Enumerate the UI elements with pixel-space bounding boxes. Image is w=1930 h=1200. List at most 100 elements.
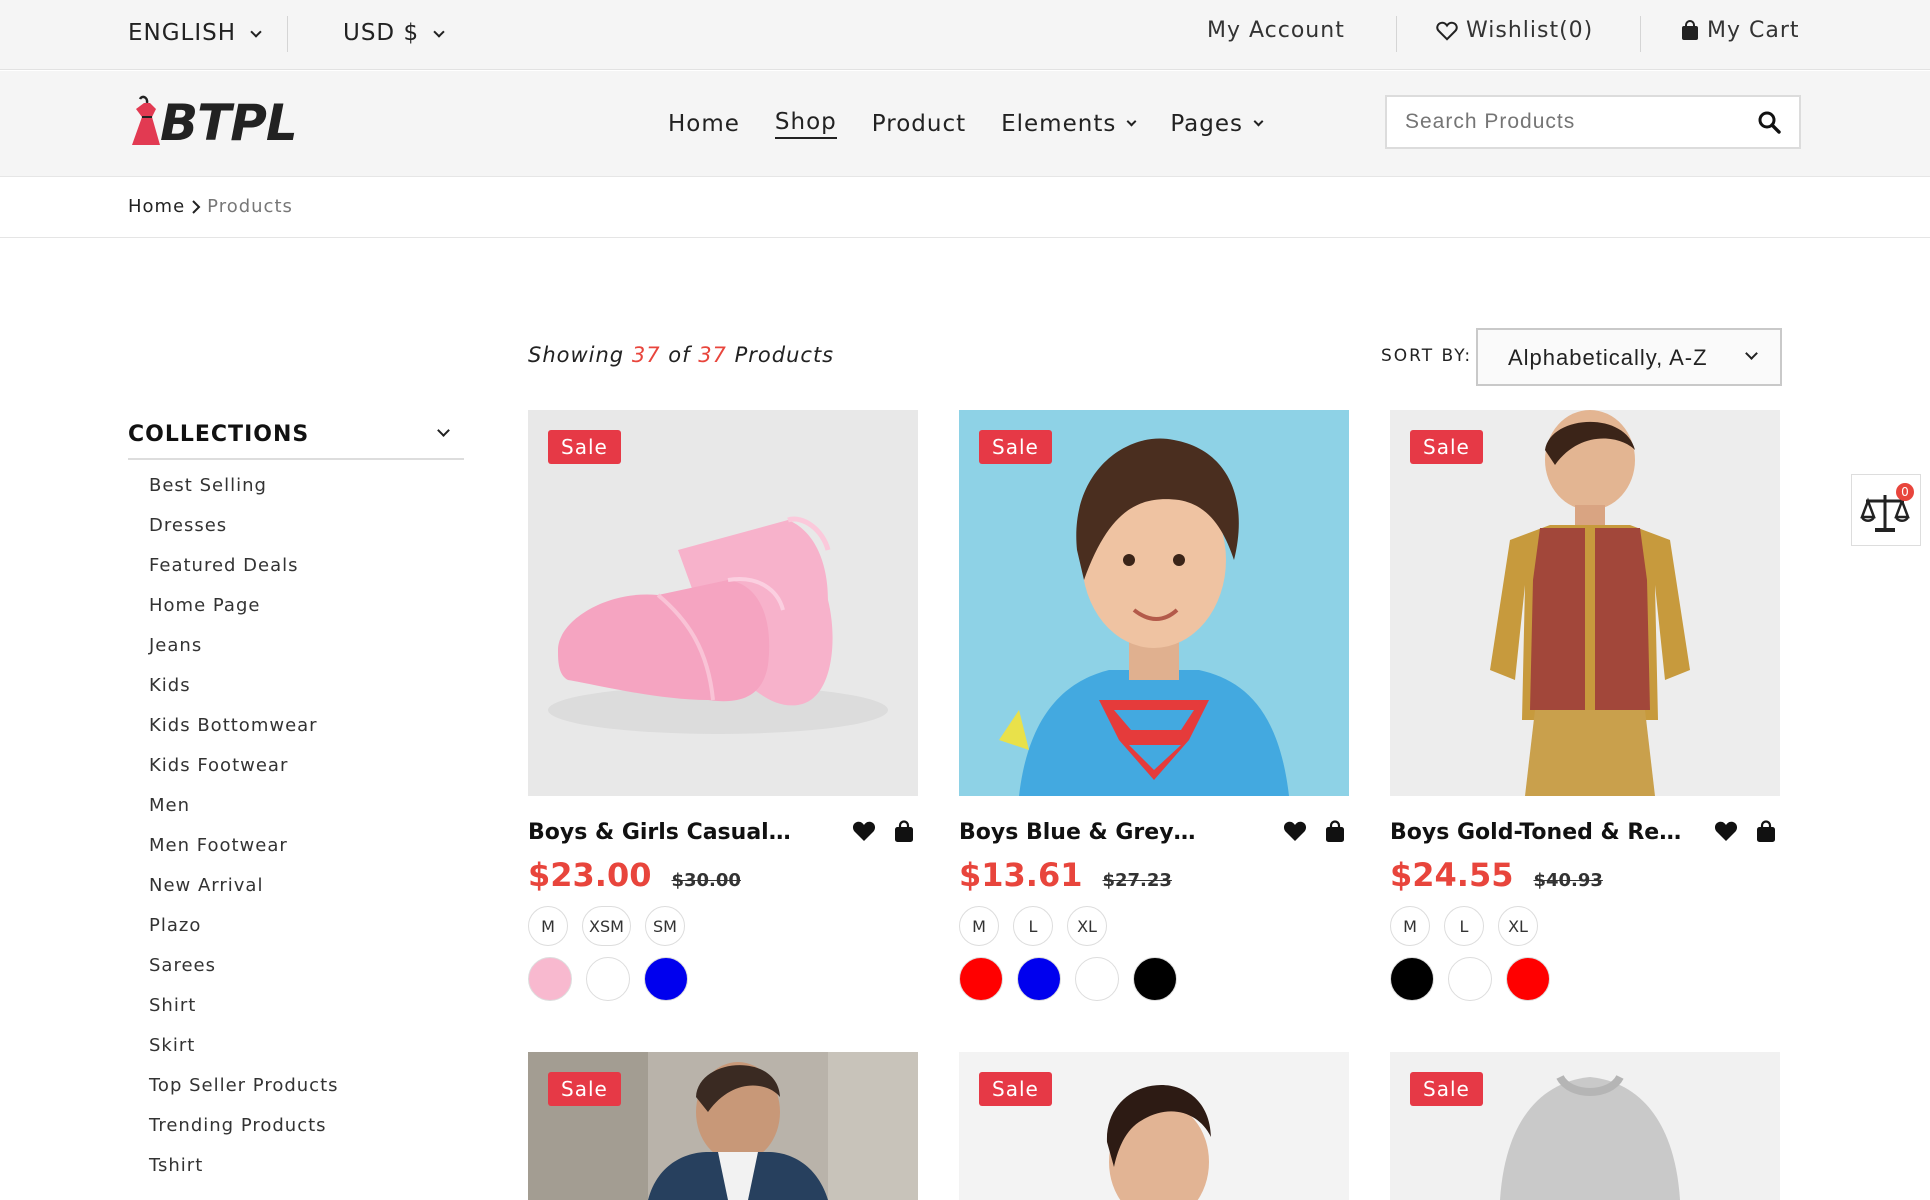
breadcrumb-home[interactable]: Home [128, 196, 185, 217]
nav-shop-label: Shop [774, 109, 837, 135]
wishlist-label: Wishlist(0) [1466, 18, 1594, 43]
collection-item[interactable]: Plazo [149, 914, 339, 954]
add-to-cart-bag-icon[interactable] [894, 820, 914, 843]
product-title[interactable]: Boys Blue & Grey… [959, 820, 1249, 845]
logo[interactable]: BTPL [130, 93, 298, 153]
size-option[interactable]: M [959, 906, 999, 946]
color-swatch-white[interactable] [586, 957, 630, 1001]
color-swatch-black[interactable] [1390, 957, 1434, 1001]
size-option[interactable]: SM [644, 906, 685, 946]
nav-shop[interactable]: Shop [774, 109, 837, 139]
color-swatch-red[interactable] [959, 957, 1003, 1001]
collection-item[interactable]: Best Selling [149, 474, 339, 514]
size-option[interactable]: XL [1498, 906, 1538, 946]
product-card[interactable]: Sale [528, 1052, 918, 1200]
collection-item[interactable]: Men Footwear [149, 834, 339, 874]
color-swatch-white[interactable] [1448, 957, 1492, 1001]
color-swatch-red[interactable] [1506, 957, 1550, 1001]
nav-elements[interactable]: Elements [1001, 109, 1137, 139]
language-selector[interactable]: ENGLISH [128, 20, 262, 46]
color-swatch-white[interactable] [1075, 957, 1119, 1001]
my-cart-label: My Cart [1707, 18, 1800, 43]
my-cart-link[interactable]: My Cart [1681, 18, 1800, 43]
size-option[interactable]: XL [1067, 906, 1107, 946]
baby-shoes-image [528, 410, 918, 796]
collection-item[interactable]: Dresses [149, 514, 339, 554]
shopping-bag-icon [1682, 20, 1698, 40]
product-card[interactable]: Sale [959, 1052, 1349, 1200]
collection-item[interactable]: Trending Products [149, 1114, 339, 1154]
color-options [959, 957, 1177, 1001]
collection-item[interactable]: Shirt [149, 994, 339, 1034]
product-image[interactable]: Sale [1390, 410, 1780, 796]
compare-button[interactable]: 0 [1851, 474, 1921, 546]
nav-elements-label: Elements [1001, 111, 1117, 137]
wishlist-link[interactable]: Wishlist(0) [1436, 18, 1593, 43]
collection-item[interactable]: Sarees [149, 954, 339, 994]
size-option[interactable]: L [1013, 906, 1053, 946]
product-image[interactable]: Sale [1390, 1052, 1780, 1200]
nav-product[interactable]: Product [872, 109, 966, 139]
wishlist-heart-icon[interactable] [852, 820, 876, 842]
main-nav: Home Shop Product Elements Pages [668, 109, 1264, 139]
collection-item[interactable]: Kids Bottomwear [149, 714, 339, 754]
color-swatch-blue[interactable] [644, 957, 688, 1001]
product-image[interactable]: Sale [528, 410, 918, 796]
nav-home[interactable]: Home [668, 109, 740, 139]
wishlist-heart-icon[interactable] [1714, 820, 1738, 842]
size-option[interactable]: M [1390, 906, 1430, 946]
divider [1640, 16, 1641, 52]
sale-badge: Sale [979, 430, 1052, 464]
collection-item[interactable]: Jeans [149, 634, 339, 674]
collections-header[interactable]: COLLECTIONS [128, 422, 464, 460]
product-actions [1283, 820, 1345, 843]
chevron-down-icon [433, 26, 445, 38]
compare-price: $40.93 [1533, 870, 1603, 891]
divider [287, 16, 288, 52]
color-swatch-pink[interactable] [528, 957, 572, 1001]
collection-item[interactable]: New Arrival [149, 874, 339, 914]
collection-item[interactable]: Skirt [149, 1034, 339, 1074]
product-card[interactable]: Sale [1390, 1052, 1780, 1200]
add-to-cart-bag-icon[interactable] [1325, 820, 1345, 843]
search-box [1385, 95, 1801, 149]
product-card[interactable]: Sale Boys & Girls Casual… $23.00 $30.00 … [528, 410, 918, 1001]
add-to-cart-bag-icon[interactable] [1756, 820, 1776, 843]
my-account-link[interactable]: My Account [1207, 18, 1345, 43]
breadcrumb: Home Products [128, 196, 293, 217]
showing-suffix: Products [734, 343, 835, 367]
search-input[interactable] [1387, 97, 1727, 147]
currency-selector[interactable]: USD $ [343, 20, 445, 46]
product-title[interactable]: Boys & Girls Casual… [528, 820, 818, 845]
sort-select[interactable]: Alphabetically, A-Z [1476, 328, 1782, 386]
wishlist-heart-icon[interactable] [1283, 820, 1307, 842]
product-card[interactable]: Sale Boys Gold-Toned & Re… $24.55 $40.93… [1390, 410, 1780, 1001]
product-image[interactable]: Sale [959, 410, 1349, 796]
results-count: Showing 37 of 37 Products [528, 343, 834, 367]
product-image[interactable]: Sale [528, 1052, 918, 1200]
product-title[interactable]: Boys Gold-Toned & Re… [1390, 820, 1680, 845]
nav-pages[interactable]: Pages [1170, 109, 1264, 139]
size-option[interactable]: L [1444, 906, 1484, 946]
product-image[interactable]: Sale [959, 1052, 1349, 1200]
collection-item[interactable]: Kids Footwear [149, 754, 339, 794]
logo-dress-icon [132, 95, 160, 145]
color-swatch-black[interactable] [1133, 957, 1177, 1001]
boy-kurta-jacket-image [1390, 410, 1780, 796]
sale-price: $24.55 [1390, 856, 1514, 894]
size-option[interactable]: XSM [582, 906, 631, 946]
search-icon[interactable] [1757, 110, 1781, 138]
product-card[interactable]: Sale Boys Blue & Grey… $13.61 $27.23 M L… [959, 410, 1349, 1001]
collection-item[interactable]: Kids [149, 674, 339, 714]
size-option[interactable]: M [528, 906, 568, 946]
color-options [528, 957, 688, 1001]
sort-by-label: SORT BY: [1381, 346, 1473, 366]
nav-product-label: Product [871, 111, 967, 137]
collection-item[interactable]: Men [149, 794, 339, 834]
collection-item[interactable]: Home Page [149, 594, 339, 634]
collection-item[interactable]: Featured Deals [149, 554, 339, 594]
collection-item[interactable]: Top Seller Products [149, 1074, 339, 1114]
product-price: $23.00 $30.00 [528, 856, 741, 894]
color-swatch-blue[interactable] [1017, 957, 1061, 1001]
collection-item[interactable]: Tshirt [149, 1154, 339, 1194]
